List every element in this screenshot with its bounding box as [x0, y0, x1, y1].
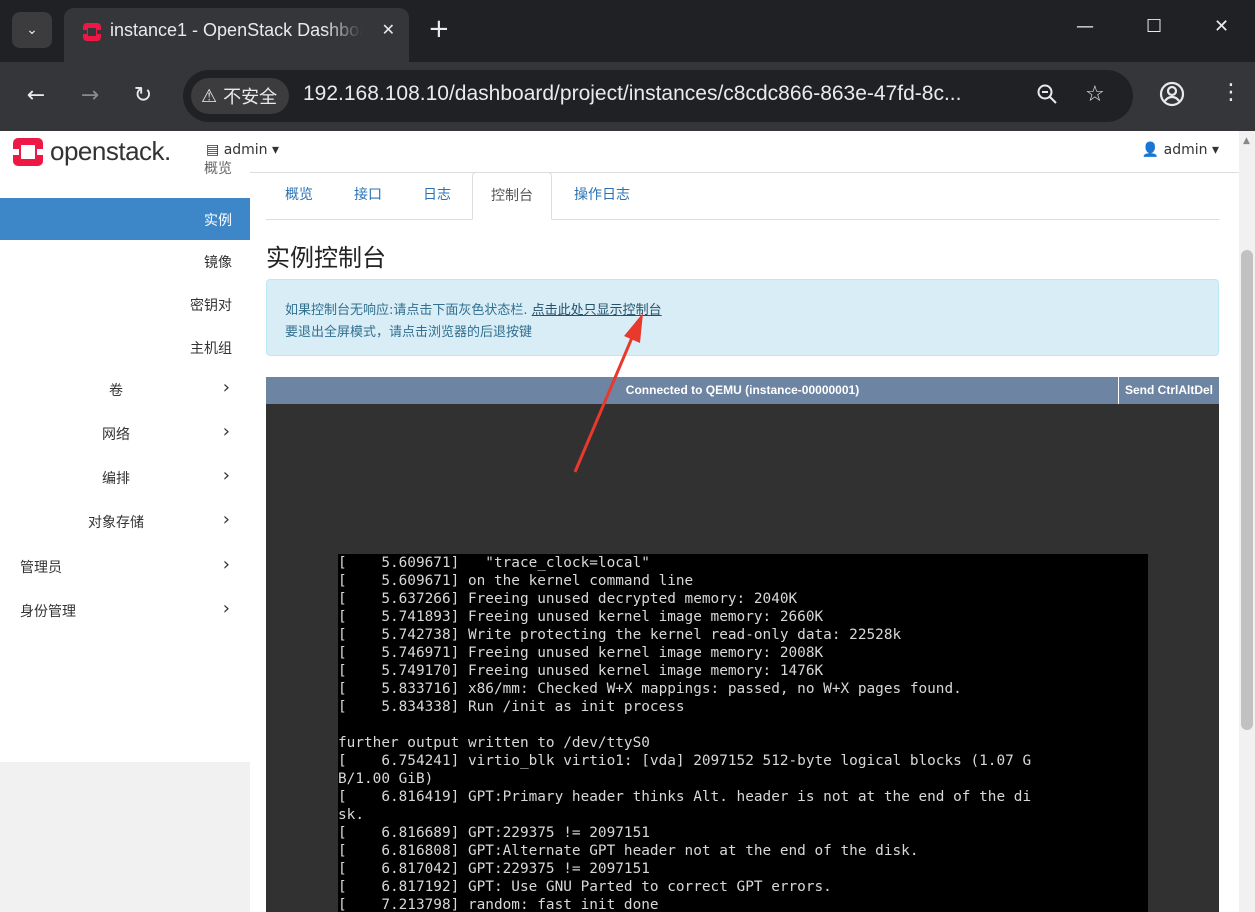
chevron-right-icon: › — [222, 465, 230, 486]
zoom-icon[interactable] — [1035, 82, 1059, 112]
address-bar[interactable]: ⚠ 不安全 192.168.108.10/dashboard/project/i… — [183, 70, 1133, 122]
sidebar: 概览 实例 镜像 密钥对 主机组 卷 › 网络 › 编排 › 对象存储 › 管理员 › 身… — [0, 161, 250, 762]
tab-search-icon[interactable]: ⌄ — [12, 12, 52, 48]
console-line: further output written to /dev/ttyS0 — [338, 735, 650, 751]
console-line: [ 5.742738] Write protecting the kernel … — [338, 627, 902, 643]
sidebar-item-keypairs[interactable]: 密钥对 — [0, 283, 250, 325]
sidebar-item-overview[interactable]: 概览 — [0, 158, 250, 186]
browser-tab[interactable]: instance1 - OpenStack Dashboard ✕ — [64, 8, 409, 62]
sidebar-footer-area — [0, 762, 250, 912]
scrollbar-thumb[interactable] — [1241, 250, 1253, 730]
console-line: B/1.00 GiB) — [338, 771, 434, 787]
sidebar-group-admin[interactable]: 管理员 › — [0, 546, 250, 586]
console-line: [ 6.816808] GPT:Alternate GPT header not… — [338, 843, 919, 859]
tab-action-log[interactable]: 操作日志 — [556, 172, 648, 218]
console-line: [ 5.833716] x86/mm: Checked W+X mappings… — [338, 681, 962, 697]
maximize-icon[interactable]: ☐ — [1146, 16, 1162, 37]
sidebar-group-identity[interactable]: 身份管理 › — [0, 590, 250, 630]
console-only-link[interactable]: 点击此处只显示控制台 — [532, 303, 662, 318]
browser-toolbar: ← → ↻ ⚠ 不安全 192.168.108.10/dashboard/pro… — [0, 62, 1255, 131]
reload-icon[interactable]: ↻ — [127, 80, 159, 112]
console-line: [ 5.746971] Freeing unused kernel image … — [338, 645, 824, 661]
console-line: [ 6.816689] GPT:229375 != 2097151 — [338, 825, 650, 841]
close-window-icon[interactable]: ✕ — [1214, 16, 1229, 37]
project-icon: ▤ — [206, 142, 220, 158]
console-line: [ 5.834338] Run /init as init process — [338, 699, 685, 715]
vnc-console[interactable]: Connected to QEMU (instance-00000001) Se… — [266, 377, 1219, 912]
scroll-up-icon[interactable]: ▲ — [1243, 136, 1250, 146]
profile-icon[interactable] — [1158, 80, 1186, 114]
url-text[interactable]: 192.168.108.10/dashboard/project/instanc… — [303, 82, 1023, 106]
chevron-right-icon: › — [222, 509, 230, 530]
chevron-right-icon: › — [222, 421, 230, 442]
sidebar-item-images[interactable]: 镜像 — [0, 240, 250, 282]
user-name: admin — [1163, 142, 1208, 158]
star-icon[interactable]: ☆ — [1085, 82, 1105, 107]
console-info-alert: 如果控制台无响应:请点击下面灰色状态栏. 点击此处只显示控制台 要退出全屏模式，… — [266, 279, 1219, 356]
console-line: [ 5.609671] "trace_clock=local" — [338, 555, 650, 571]
tab-overview[interactable]: 概览 — [267, 172, 331, 218]
alert-line-1: 如果控制台无响应:请点击下面灰色状态栏. 点击此处只显示控制台 — [285, 299, 662, 318]
chevron-right-icon: › — [222, 554, 230, 575]
page-title: 实例控制台 — [266, 244, 386, 272]
console-line: [ 6.754241] virtio_blk virtio1: [vda] 20… — [338, 753, 1032, 769]
sidebar-group-network[interactable]: 网络 › — [0, 413, 250, 453]
alert-text: 如果控制台无响应:请点击下面灰色状态栏. — [285, 303, 528, 318]
alert-line-2: 要退出全屏模式，请点击浏览器的后退按键 — [285, 325, 533, 340]
console-line: [ 5.637266] Freeing unused decrypted mem… — [338, 591, 798, 607]
chevron-right-icon: › — [222, 598, 230, 619]
console-line: [ 6.816419] GPT:Primary header thinks Al… — [338, 789, 1032, 805]
security-label: 不安全 — [223, 87, 278, 108]
forward-icon[interactable]: → — [74, 80, 106, 112]
project-name: admin — [223, 142, 268, 158]
sidebar-group-object-store[interactable]: 对象存储 › — [0, 501, 250, 541]
caret-down-icon: ▾ — [1211, 142, 1219, 158]
instance-tabs: 概览 接口 日志 控制台 操作日志 — [266, 172, 1219, 220]
project-dropdown[interactable]: ▤ admin ▾ — [206, 142, 279, 158]
browser-tabstrip: ⌄ instance1 - OpenStack Dashboard ✕ + — … — [0, 0, 1255, 62]
console-status-bar[interactable]: Connected to QEMU (instance-00000001) Se… — [266, 377, 1219, 404]
user-icon: 👤 — [1141, 142, 1160, 158]
back-icon[interactable]: ← — [20, 80, 52, 112]
sidebar-group-volumes[interactable]: 卷 › — [0, 369, 250, 409]
dashboard-page: openstack. ▤ admin ▾ 👤 admin ▾ 概览 实例 镜像 … — [0, 131, 1239, 912]
sidebar-group-orchestration[interactable]: 编排 › — [0, 457, 250, 497]
tab-title: instance1 - OpenStack Dashboard — [110, 20, 362, 40]
plus-icon[interactable]: + — [428, 16, 450, 42]
console-line: [ 6.817042] GPT:229375 != 2097151 — [338, 861, 650, 877]
sidebar-item-server-groups[interactable]: 主机组 — [0, 326, 250, 368]
openstack-favicon — [83, 23, 101, 41]
console-line: [ 5.749170] Freeing unused kernel image … — [338, 663, 824, 679]
console-line: [ 5.609671] on the kernel command line — [338, 573, 694, 589]
tab-interfaces[interactable]: 接口 — [336, 172, 400, 218]
menu-icon[interactable]: ⋮ — [1220, 80, 1242, 105]
user-dropdown[interactable]: 👤 admin ▾ — [1142, 142, 1219, 158]
tab-log[interactable]: 日志 — [405, 172, 469, 218]
console-screen[interactable]: [ 5.609671] "trace_clock=local" [ 5.60967… — [338, 554, 1148, 912]
console-line: sk. — [338, 807, 364, 823]
chevron-right-icon: › — [222, 377, 230, 398]
tab-console[interactable]: 控制台 — [472, 172, 552, 220]
console-line: [ 6.817192] GPT: Use GNU Parted to corre… — [338, 879, 832, 895]
warning-icon: ⚠ — [201, 85, 218, 107]
sidebar-item-instances[interactable]: 实例 — [0, 198, 250, 240]
console-line: [ 7.213798] random: fast init done — [338, 897, 659, 912]
minimize-icon[interactable]: — — [1076, 16, 1094, 37]
security-chip[interactable]: ⚠ 不安全 — [191, 78, 290, 114]
caret-down-icon: ▾ — [272, 142, 280, 158]
console-line: [ 5.741893] Freeing unused kernel image … — [338, 609, 824, 625]
console-status-text: Connected to QEMU (instance-00000001) — [625, 383, 860, 397]
send-ctrl-alt-del-button[interactable]: Send CtrlAltDel — [1117, 377, 1219, 404]
close-icon[interactable]: ✕ — [382, 20, 395, 39]
